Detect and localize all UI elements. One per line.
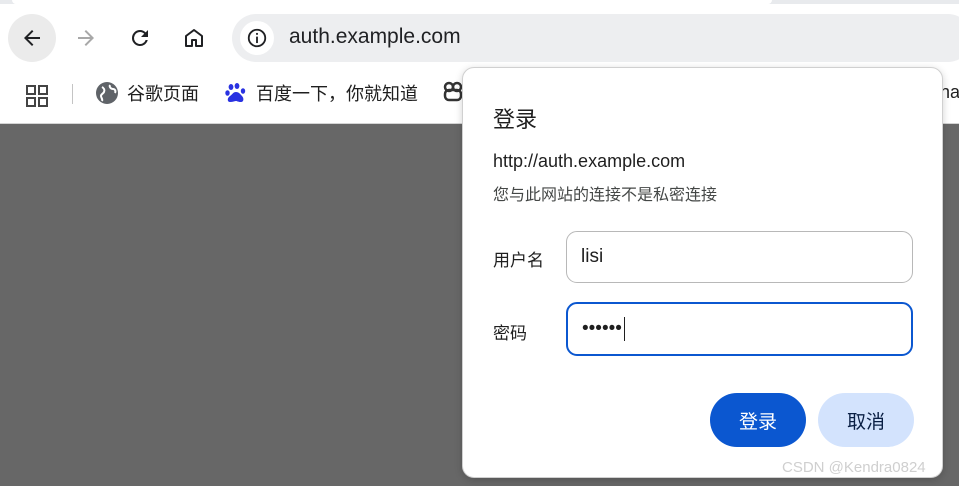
tab-strip: [0, 0, 959, 4]
bookmark-google[interactable]: 谷歌页面: [95, 80, 199, 106]
apps-button[interactable]: [24, 83, 50, 113]
info-icon: [247, 28, 267, 48]
login-button[interactable]: 登录: [710, 393, 806, 447]
username-input[interactable]: lisi: [566, 231, 913, 283]
arrow-right-icon: [78, 30, 94, 46]
password-input[interactable]: ••••••: [566, 302, 913, 356]
forward-button[interactable]: [62, 14, 110, 62]
username-label: 用户名: [493, 251, 544, 271]
watermark: CSDN @Kendra0824: [782, 459, 926, 476]
back-button[interactable]: [8, 14, 56, 62]
bookmark-label: 谷歌页面: [127, 84, 199, 105]
bookmarks-divider: [72, 84, 73, 104]
site-info-button[interactable]: [240, 21, 274, 55]
dialog-title: 登录: [493, 108, 538, 133]
home-icon: [185, 29, 203, 47]
active-tab-edge: [12, 0, 772, 4]
cancel-button[interactable]: 取消: [818, 393, 914, 447]
browser-toolbar: auth.example.com: [0, 0, 959, 76]
reload-icon: [131, 29, 148, 46]
username-value: lisi: [581, 246, 604, 267]
connection-warning: 您与此网站的连接不是私密连接: [493, 185, 718, 204]
login-dialog: 登录 http://auth.example.com 您与此网站的连接不是私密连…: [462, 67, 943, 478]
bookmark-label: 百度一下，你就知道: [256, 84, 418, 105]
baidu-paw-icon: [225, 83, 246, 102]
text-caret: [623, 316, 625, 341]
home-button[interactable]: [170, 14, 218, 62]
dialog-url: http://auth.example.com: [493, 151, 686, 171]
password-value: ••••••: [582, 318, 622, 339]
address-bar[interactable]: auth.example.com: [232, 14, 959, 62]
arrow-left-icon: [24, 30, 40, 46]
globe-icon: [96, 82, 118, 104]
bookmark-baidu[interactable]: 百度一下，你就知道: [224, 80, 418, 106]
password-label: 密码: [493, 324, 527, 344]
url-text[interactable]: auth.example.com: [289, 25, 461, 49]
apps-grid-icon: [26, 85, 48, 107]
reload-button[interactable]: [116, 14, 164, 62]
